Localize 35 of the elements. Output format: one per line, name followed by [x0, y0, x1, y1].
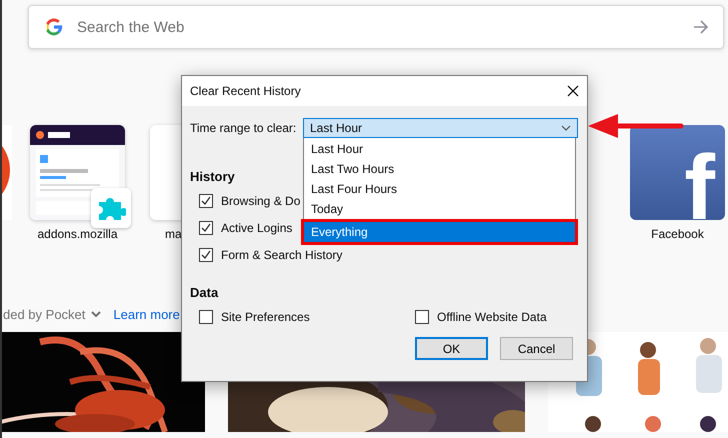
site-label: Facebook: [651, 227, 704, 241]
learn-more-link[interactable]: Learn more: [113, 307, 180, 322]
search-bar[interactable]: Search the Web: [28, 5, 724, 49]
google-icon: [45, 18, 63, 36]
search-field[interactable]: Search the Web: [77, 18, 679, 36]
dialog-title: Clear Recent History: [190, 84, 301, 98]
checkbox[interactable]: [415, 310, 429, 324]
chevron-down-icon: [561, 125, 571, 131]
checkbox-label: Site Preferences: [221, 310, 310, 324]
time-range-dropdown[interactable]: Last Hour: [303, 118, 578, 138]
dropdown-option[interactable]: Last Four Hours: [304, 179, 575, 199]
checkbox-label: Active Logins: [221, 221, 292, 235]
checkbox[interactable]: [199, 310, 213, 324]
dialog-button[interactable]: Cancel: [500, 337, 573, 360]
facebook-tile[interactable]: f: [630, 125, 725, 220]
checkbox[interactable]: [199, 221, 213, 235]
dropdown-option[interactable]: Last Hour: [304, 139, 575, 159]
checkbox[interactable]: [199, 194, 213, 208]
dropdown-option[interactable]: Everything: [304, 222, 575, 242]
site-label: addons.mozilla: [37, 227, 118, 241]
puzzle-icon: [91, 188, 131, 228]
arrow-right-icon[interactable]: [693, 20, 709, 34]
close-icon[interactable]: [567, 85, 579, 97]
chevron-down-icon[interactable]: [91, 311, 102, 318]
dropdown-option[interactable]: Today: [304, 199, 575, 219]
checkbox-label: Form & Search History: [221, 248, 342, 262]
dialog-button[interactable]: OK: [415, 337, 488, 360]
section-heading: Data: [190, 285, 220, 300]
time-range-label: Time range to clear:: [190, 120, 296, 137]
dropdown-option[interactable]: Last Two Hours: [304, 159, 575, 179]
checkbox[interactable]: [199, 248, 213, 262]
pocket-text: ded by Pocket: [3, 307, 86, 322]
checkbox-label: Browsing & Do: [221, 194, 300, 208]
site-label: ma: [164, 227, 182, 241]
checkbox-label: Offline Website Data: [437, 310, 547, 324]
